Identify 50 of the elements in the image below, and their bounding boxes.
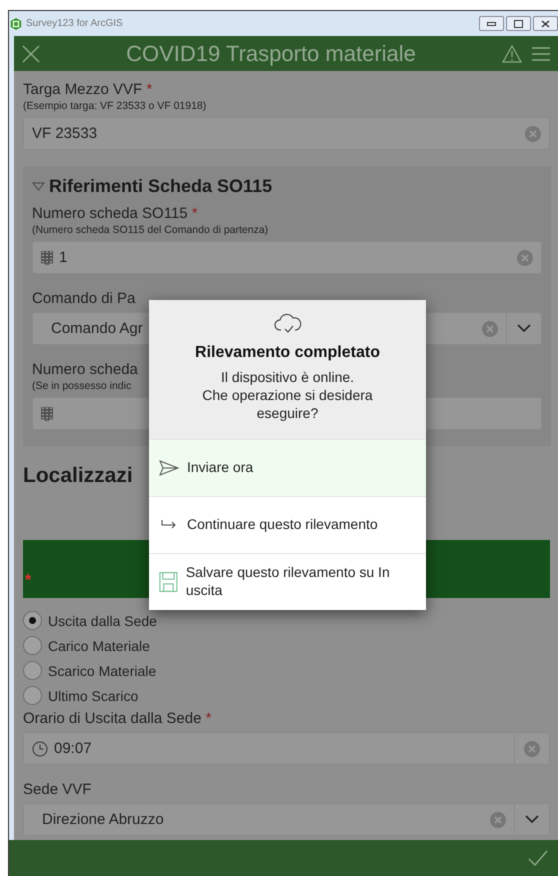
input-field[interactable]: Direzione Abruzzo [23,803,550,836]
group-title: Riferimenti Scheda SO115 [49,176,272,197]
input-field[interactable]: 09:07 [23,732,550,765]
section-title: Localizzazi [23,464,133,488]
close-icon [541,20,550,28]
minimize-icon [487,22,496,26]
close-icon[interactable] [22,44,40,62]
radio-label[interactable]: Ultimo Scarico [48,688,138,704]
window-title: Survey123 for ArcGIS [26,18,123,29]
dialog-option[interactable]: Inviare ora [149,438,426,496]
radio-button[interactable] [23,636,42,655]
input-field[interactable]: 1 [32,241,542,274]
field-hint: (Se in possesso indic [32,380,132,392]
collapse-triangle-icon[interactable] [32,182,45,191]
cloud-check-icon [274,312,302,334]
dialog-option[interactable]: Salvare questo rilevamento su In uscita [149,552,426,610]
field-label: Comando di Pa [32,290,136,307]
dialog-message: Il dispositivo è online. Che operazione si desidera eseguire? [201,368,374,423]
radio-button[interactable] [23,611,42,630]
keypad-icon [41,406,53,420]
radio-label[interactable]: Uscita dalla Sede [48,612,157,628]
keypad-icon [41,250,53,264]
dialog-title: Rilevamento completato [195,344,380,362]
radio-label[interactable]: Carico Materiale [48,638,150,654]
radio-button[interactable] [23,686,42,705]
field-label: Orario di Uscita dalla Sede * [23,710,212,727]
warning-icon[interactable] [502,44,522,62]
minimize-button[interactable] [479,16,504,31]
field-label: Targa Mezzo VVF * [23,81,152,98]
clock-icon [32,740,48,756]
menu-icon[interactable] [532,46,550,62]
input-field[interactable]: VF 23533 [23,117,550,150]
send-icon [159,460,179,476]
field-label: Numero scheda SO115 * [32,205,198,222]
field-hint: (Numero scheda SO115 del Comando di partenza) [32,224,268,236]
maximize-icon [514,20,523,28]
survey-title: COVID19 Trasporto materiale [125,40,417,66]
app-logo-icon [10,18,22,30]
field-label: Numero scheda [32,361,138,378]
chevron-down-icon[interactable] [517,324,531,333]
radio-button[interactable] [23,661,42,680]
radio-label[interactable]: Scarico Materiale [48,662,156,678]
required-mark: * [25,572,32,590]
field-label: Sede VVF [23,781,92,798]
maximize-button[interactable] [506,16,531,31]
dialog-option[interactable]: Continuare questo rilevamento [149,496,426,553]
checkmark-icon[interactable] [528,850,548,866]
field-hint: (Esempio targa: VF 23533 o VF 01918) [23,100,206,112]
chevron-down-icon[interactable] [525,815,539,824]
close-button[interactable] [533,16,558,31]
